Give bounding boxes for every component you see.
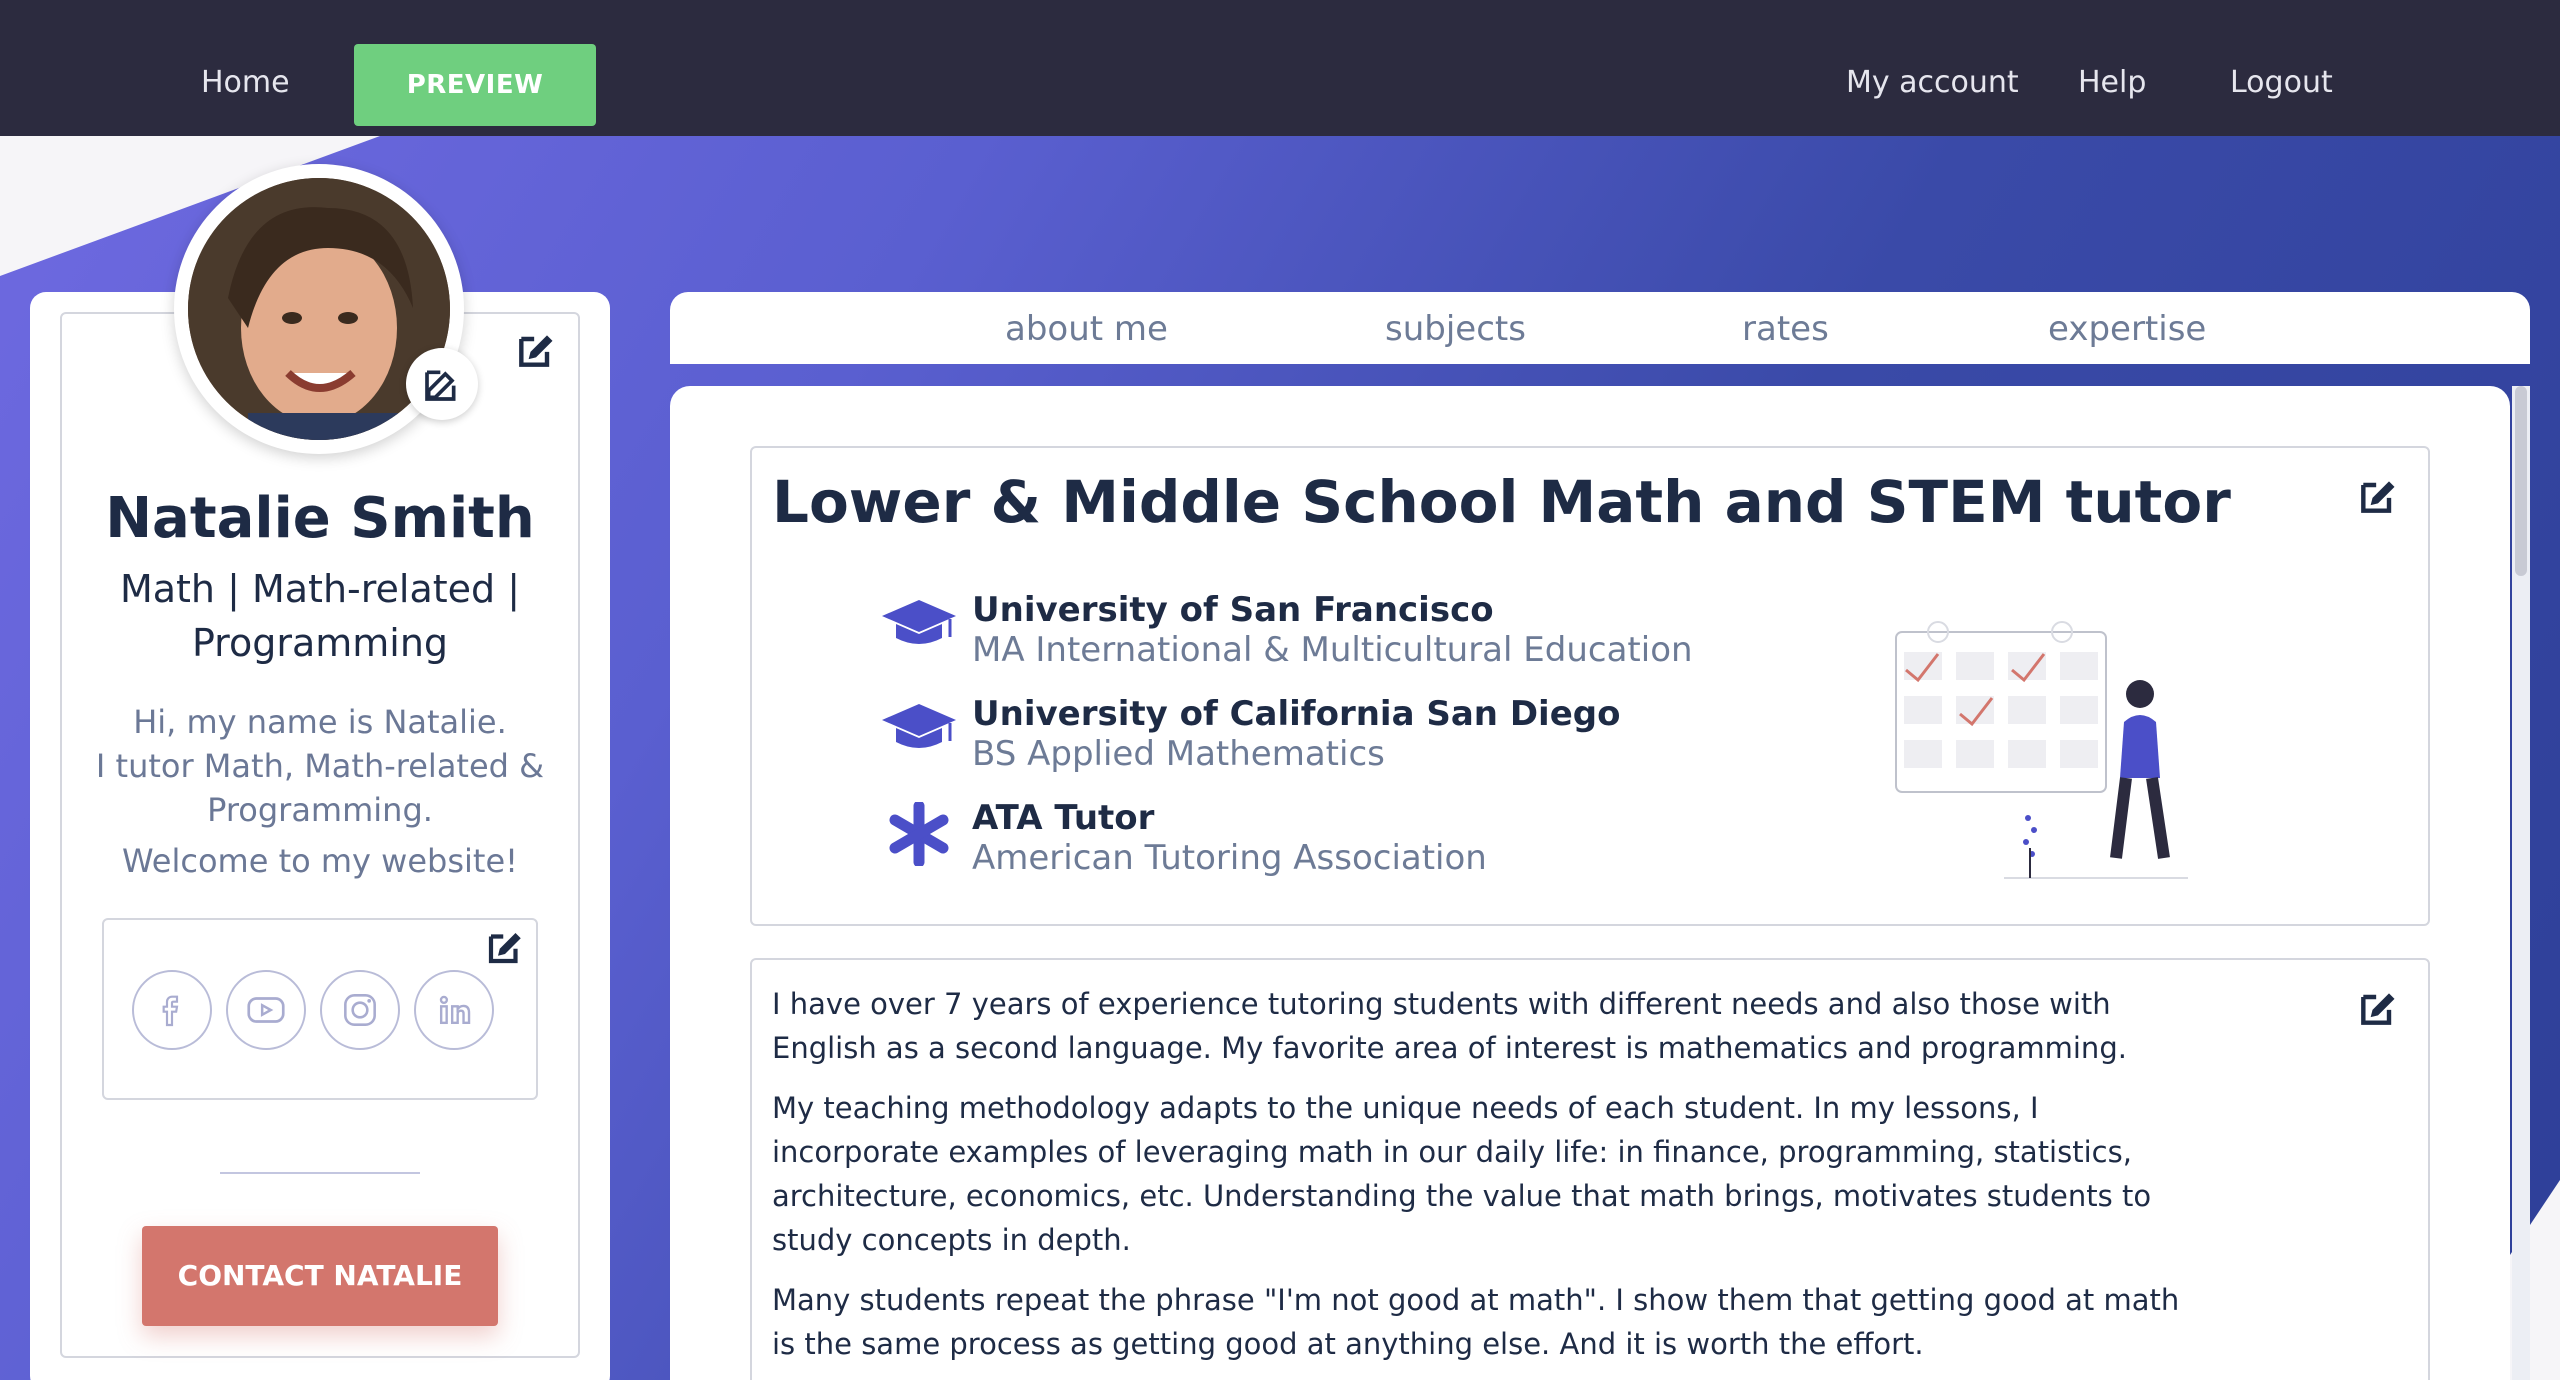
social-links-box	[102, 918, 538, 1100]
youtube-icon[interactable]	[226, 970, 306, 1050]
credential-title: University of San Francisco	[972, 590, 1494, 630]
bio-edit-icon[interactable]	[2356, 986, 2400, 1030]
profile-bio: Hi, my name is Natalie. I tutor Math, Ma…	[60, 700, 580, 832]
credential-subtitle: BS Applied Mathematics	[972, 734, 1385, 774]
nav-logout-link[interactable]: Logout	[2230, 0, 2333, 136]
bio-section: I have over 7 years of experience tutori…	[750, 958, 2430, 1380]
credential-subtitle: American Tutoring Association	[972, 838, 1487, 878]
avatar-edit-icon[interactable]	[406, 348, 478, 420]
bio-paragraph: I have over 7 years of experience tutori…	[772, 987, 2127, 1065]
headline-section: Lower & Middle School Math and STEM tuto…	[750, 446, 2430, 926]
nav-my-account-link[interactable]: My account	[1846, 0, 2019, 136]
credential-item: University of California San Diego BS Ap…	[880, 694, 1880, 784]
tab-expertise[interactable]: expertise	[2048, 292, 2206, 364]
credential-title: ATA Tutor	[972, 798, 1155, 838]
profile-card	[30, 292, 610, 1380]
linkedin-icon[interactable]	[414, 970, 494, 1050]
tab-rates[interactable]: rates	[1742, 292, 1829, 364]
asterisk-icon	[880, 800, 958, 868]
bio-paragraph: Many students repeat the phrase "I'm not…	[772, 1283, 2180, 1361]
social-edit-icon[interactable]	[484, 926, 526, 968]
calendar-illustration	[1886, 612, 2206, 882]
profile-divider	[220, 1172, 420, 1174]
social-icons	[132, 970, 494, 1050]
graduation-cap-icon	[880, 594, 958, 654]
scrollbar-thumb[interactable]	[2515, 386, 2527, 576]
headline-title: Lower & Middle School Math and STEM tuto…	[772, 468, 2231, 536]
tab-subjects[interactable]: subjects	[1385, 292, 1526, 364]
tab-about-me[interactable]: about me	[1005, 292, 1168, 364]
contact-button[interactable]: CONTACT NATALIE	[142, 1226, 498, 1326]
nav-home-link[interactable]: Home	[201, 0, 290, 136]
preview-button[interactable]: PREVIEW	[354, 44, 596, 126]
credential-title: University of California San Diego	[972, 694, 1621, 734]
headline-edit-icon[interactable]	[2356, 474, 2400, 518]
profile-edit-icon[interactable]	[514, 328, 558, 372]
credential-item: University of San Francisco MA Internati…	[880, 590, 1880, 680]
profile-card-border	[60, 312, 580, 1358]
credential-item: ATA Tutor American Tutoring Association	[880, 798, 1880, 888]
bio-text: I have over 7 years of experience tutori…	[772, 982, 2192, 1380]
top-nav: Home PREVIEW My account Help Logout	[0, 0, 2560, 136]
credential-subtitle: MA International & Multicultural Educati…	[972, 630, 1693, 670]
profile-bio-line1: Hi, my name is Natalie.	[133, 703, 507, 741]
nav-help-link[interactable]: Help	[2078, 0, 2146, 136]
facebook-icon[interactable]	[132, 970, 212, 1050]
profile-name: Natalie Smith	[105, 486, 535, 551]
profile-bio-line2: I tutor Math, Math-related & Programming…	[95, 747, 545, 829]
instagram-icon[interactable]	[320, 970, 400, 1050]
profile-tagline: Math | Math-related | Programming	[119, 567, 521, 665]
scrollbar[interactable]	[2512, 386, 2530, 1380]
graduation-cap-icon	[880, 698, 958, 758]
bio-paragraph: My teaching methodology adapts to the un…	[772, 1091, 2152, 1257]
tabs-bar: about me subjects rates expertise	[670, 292, 2530, 364]
profile-welcome: Welcome to my website!	[122, 842, 518, 880]
